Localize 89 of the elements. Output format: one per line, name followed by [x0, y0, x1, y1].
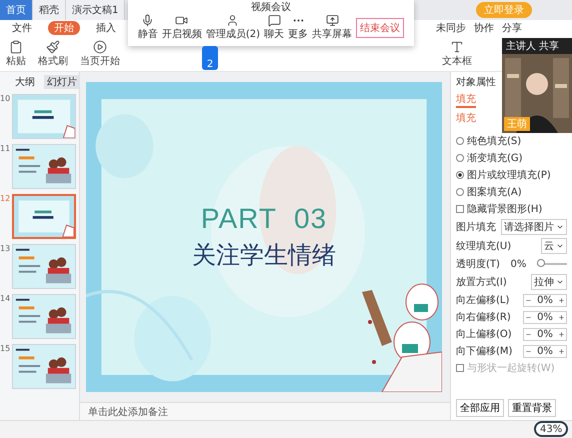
radio-icon[interactable] [456, 188, 464, 196]
meeting-title: 视频会议 [251, 0, 291, 14]
clipboard-icon [9, 40, 23, 54]
slide-heading: PART 03 [200, 203, 328, 235]
radio-option[interactable]: 纯色填充(S) [456, 134, 567, 148]
meeting-button[interactable]: 开启视频 [162, 14, 202, 41]
slide-thumbnail[interactable] [12, 244, 76, 289]
person-icon [226, 14, 240, 27]
plus-icon[interactable] [558, 330, 565, 338]
field-label: 向下偏移(M) [456, 345, 512, 358]
slide-thumbnail[interactable] [12, 94, 76, 139]
checkbox-icon[interactable] [456, 364, 464, 372]
microphone-icon [141, 14, 154, 27]
field-label: 放置方式(I) [456, 276, 507, 289]
slider-thumb[interactable] [536, 259, 545, 267]
menu-tab[interactable]: 文件 [6, 21, 38, 35]
participant-name: 王萌 [504, 117, 530, 131]
spin-field[interactable]: 0% [523, 294, 567, 306]
meeting-button[interactable]: 静音 [138, 14, 158, 41]
section-title: 填充 [456, 112, 476, 125]
slide-number: 14 [0, 294, 10, 303]
notes-field[interactable]: 单击此处添加备注 [80, 402, 450, 420]
chat-icon [268, 14, 281, 27]
radio-icon[interactable] [456, 171, 464, 179]
panel-tab[interactable]: 大纲 [12, 75, 38, 89]
select-field[interactable]: 云 [541, 238, 567, 254]
meeting-button[interactable]: 更多 [288, 14, 308, 41]
slide-number: 10 [0, 94, 10, 103]
select-field[interactable]: 请选择图片 [501, 219, 567, 235]
share-action[interactable]: 未同步 [436, 21, 466, 35]
slide-thumbnail[interactable] [12, 194, 76, 239]
brush-icon [46, 40, 60, 54]
meeting-button[interactable]: 聊天 [264, 14, 284, 41]
slide-thumbnail[interactable] [12, 294, 76, 339]
menu-tab[interactable]: 插入 [90, 21, 122, 35]
share-action[interactable]: 分享 [502, 21, 522, 35]
checkbox-option[interactable]: 隐藏背景图形(H) [456, 202, 567, 216]
radio-option[interactable]: 图片或纹理填充(P) [456, 168, 567, 182]
speed-meter: 43% [534, 421, 568, 437]
meeting-button[interactable]: 管理成员(2) [206, 14, 260, 41]
share-action[interactable]: 协作 [474, 21, 494, 35]
panel-button[interactable]: 重置背景 [508, 399, 556, 417]
field-label: 向右偏移(R) [456, 311, 511, 324]
ribbon-button[interactable]: 文本框 [442, 40, 472, 68]
text-icon [450, 40, 464, 54]
document-tab[interactable]: 稻壳 [33, 0, 66, 20]
radio-icon[interactable] [456, 154, 464, 162]
panel-button[interactable]: 全部应用 [456, 399, 504, 417]
field-label: 向上偏移(O) [456, 328, 512, 341]
ribbon-button[interactable]: 当页开始 [80, 40, 120, 68]
spin-field[interactable]: 0% [523, 344, 567, 358]
slide-number: 11 [0, 144, 10, 153]
ribbon-button[interactable]: 粘贴 [6, 40, 26, 68]
radio-option[interactable]: 图案填充(A) [456, 185, 567, 199]
checkbox-icon[interactable] [456, 205, 464, 213]
plus-icon[interactable] [558, 314, 565, 320]
chevron-down-icon [556, 278, 564, 286]
chevron-down-icon [556, 223, 564, 231]
slide-subtitle: 关注学生情绪 [192, 240, 336, 271]
select-field[interactable]: 拉伸 [531, 274, 567, 290]
slide-thumbnail[interactable] [12, 344, 76, 389]
slider-reading: 0% [510, 258, 526, 270]
screen-share-icon [326, 14, 339, 27]
document-tab[interactable]: 演示文稿1 [66, 0, 126, 20]
field-label: 向左偏移(L) [456, 294, 510, 307]
spin-field[interactable]: 0% [523, 328, 567, 340]
slide-number: 15 [0, 344, 10, 353]
field-label: 纹理填充(U) [456, 240, 512, 253]
meeting-button[interactable]: 共享屏幕 [312, 14, 352, 41]
panel-title: 对象属性 [456, 76, 496, 89]
chevron-down-icon [556, 242, 564, 250]
radio-option[interactable]: 渐变填充(G) [456, 151, 567, 165]
plus-icon[interactable] [558, 296, 565, 304]
play-icon [93, 40, 107, 54]
end-meeting-button[interactable]: 结束会议 [356, 18, 404, 38]
plus-icon[interactable] [558, 348, 565, 354]
camera-icon [175, 14, 188, 27]
document-tab[interactable]: 首页 [0, 0, 33, 20]
radio-icon[interactable] [456, 137, 464, 145]
slide-thumbnail[interactable] [12, 144, 76, 189]
panel-tab[interactable]: 幻灯片 [44, 75, 80, 89]
field-label: 图片填充 [456, 220, 496, 234]
video-header: 主讲人 共享 [505, 40, 560, 54]
slide-number: 12 [0, 194, 10, 203]
ribbon-button[interactable]: 格式刷 [38, 40, 68, 68]
raise-hand-badge[interactable]: 2 [202, 46, 218, 70]
field-label: 透明度(T) [456, 258, 500, 271]
slide-number: 13 [0, 244, 10, 253]
spin-field[interactable]: 0% [523, 310, 567, 324]
